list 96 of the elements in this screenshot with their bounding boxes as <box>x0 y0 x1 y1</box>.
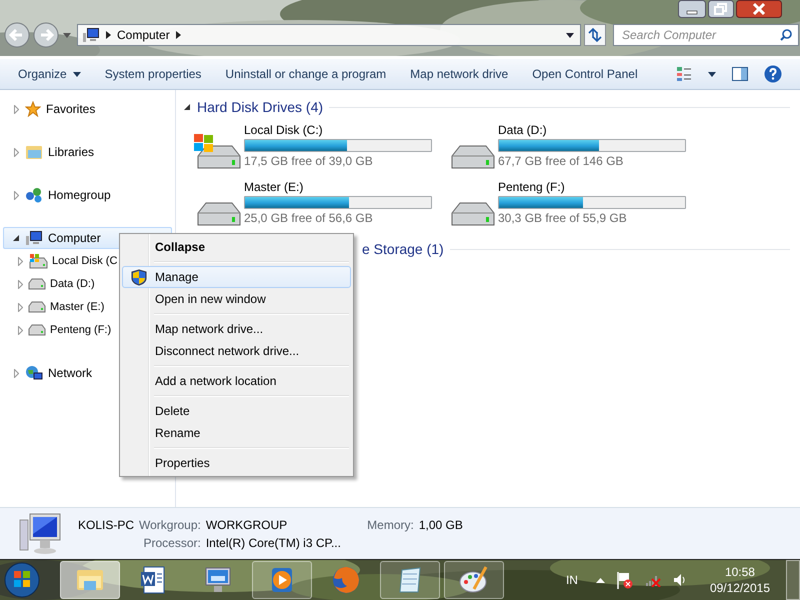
show-desktop-button[interactable] <box>786 560 800 600</box>
collapsed-icon[interactable] <box>14 148 18 156</box>
expanded-icon[interactable] <box>12 234 20 242</box>
signal-icon[interactable] <box>644 573 661 587</box>
field-label: Memory: <box>367 518 414 532</box>
collapsed-icon[interactable] <box>14 104 18 114</box>
refresh-icon[interactable] <box>584 24 606 46</box>
tree-item[interactable]: Libraries <box>3 141 172 163</box>
collapsed-icon[interactable] <box>18 326 22 334</box>
breadcrumb[interactable]: Computer <box>117 28 170 42</box>
menu-item[interactable]: Rename <box>122 422 351 444</box>
taskbar-button[interactable] <box>380 561 440 599</box>
toolbar-button[interactable]: Organize <box>8 63 91 85</box>
maximize-icon[interactable] <box>708 0 734 18</box>
toolbar-button[interactable]: System properties <box>94 63 212 85</box>
tree-item[interactable]: Favorites <box>3 98 172 120</box>
drive-name[interactable]: Penteng (F:) <box>498 180 686 194</box>
menu-item[interactable]: Map network drive... <box>122 318 351 340</box>
language-indicator[interactable]: IN <box>566 573 578 587</box>
collapsed-icon[interactable] <box>14 190 18 200</box>
collapsed-icon[interactable] <box>18 302 22 312</box>
collapsed-icon[interactable] <box>18 256 22 266</box>
up-arrow-icon[interactable] <box>596 578 605 582</box>
menu-item[interactable]: Open in new window <box>122 288 351 310</box>
menu-item[interactable]: Delete <box>122 400 351 422</box>
speaker-icon[interactable] <box>672 573 686 587</box>
toolbar-button[interactable]: Open Control Panel <box>522 63 648 85</box>
people-icon <box>25 187 43 203</box>
tree-label: Homegroup <box>48 188 111 202</box>
free-space: 17,5 GB free of 39,0 GB <box>244 154 374 168</box>
back-icon[interactable] <box>4 22 30 48</box>
menu-item[interactable]: Properties <box>122 452 351 474</box>
view-icon[interactable] <box>676 66 692 82</box>
collapsed-icon[interactable] <box>18 280 22 288</box>
close-icon[interactable] <box>736 0 782 18</box>
caret-icon[interactable] <box>708 72 716 76</box>
search-field[interactable]: Search Computer <box>613 24 799 46</box>
free-space: 25,0 GB free of 56,6 GB <box>244 211 374 225</box>
group-heading[interactable]: Hard Disk Drives (4) <box>197 99 324 115</box>
menu-item[interactable]: Disconnect network drive... <box>122 340 351 362</box>
tree-label: Local Disk (C <box>52 255 118 267</box>
flag-icon[interactable] <box>616 572 633 588</box>
field-value: Intel(R) Core(TM) i3 CP... <box>206 536 342 550</box>
group-heading[interactable]: e Storage (1) <box>362 241 444 257</box>
field-value: WORKGROUP <box>206 518 288 532</box>
star-icon <box>25 101 41 117</box>
clock-date[interactable]: 09/12/2015 <box>710 581 770 595</box>
drive-name[interactable]: Data (D:) <box>498 123 686 137</box>
drive-icon[interactable] <box>192 132 242 170</box>
caret-icon[interactable] <box>566 32 574 38</box>
free-space: 67,7 GB free of 146 GB <box>498 154 624 168</box>
address-bar[interactable]: Computer <box>77 24 581 46</box>
forward-icon[interactable] <box>33 22 59 48</box>
computer-icon <box>82 27 100 43</box>
field-label: Processor: <box>142 536 201 550</box>
tree-label: Network <box>48 366 92 380</box>
clock-time[interactable]: 10:58 <box>724 565 755 579</box>
computer-icon <box>25 230 43 246</box>
shield-icon <box>131 268 147 286</box>
field-value: 1,00 GB <box>418 518 463 532</box>
free-space: 30,3 GB free of 55,9 GB <box>498 211 628 225</box>
globe-icon <box>330 564 362 596</box>
help-icon[interactable] <box>764 65 782 83</box>
chevron-icon <box>106 31 111 39</box>
preview-pane-icon[interactable] <box>732 67 748 81</box>
toolbar-button[interactable]: Map network drive <box>400 63 518 85</box>
tree-label: Computer <box>48 231 101 245</box>
tree-label: Data (D:) <box>50 278 95 290</box>
menu-item[interactable]: Manage <box>122 266 351 288</box>
drive-icon <box>28 324 46 336</box>
computer-name: KOLIS-PC <box>78 518 134 532</box>
tree-item[interactable]: Homegroup <box>3 184 172 206</box>
tree-label: Penteng (F:) <box>50 324 112 336</box>
folder-icon <box>25 144 43 160</box>
search-input[interactable]: Search Computer <box>618 28 780 42</box>
tree-label: Master (E:) <box>50 301 104 313</box>
menu-item[interactable]: Add a network location <box>122 370 351 392</box>
expanded-icon[interactable] <box>184 104 191 110</box>
drive-icon <box>28 301 46 313</box>
minimize-icon[interactable] <box>678 0 706 18</box>
taskbar-button[interactable] <box>444 561 504 599</box>
start-button-icon[interactable] <box>4 562 40 598</box>
drive-icon <box>28 278 46 290</box>
field-label: Workgroup: <box>139 518 201 532</box>
toolbar-button[interactable]: Uninstall or change a program <box>215 63 396 85</box>
tree-label: Favorites <box>46 102 96 116</box>
globe-icon <box>25 365 43 381</box>
drive-name[interactable]: Local Disk (C:) <box>244 123 432 137</box>
tree-label: Libraries <box>48 145 94 159</box>
search-icon[interactable] <box>780 29 792 41</box>
caret-icon <box>72 72 81 76</box>
computer-icon <box>18 512 62 556</box>
drive-icon <box>28 253 48 269</box>
collapsed-icon[interactable] <box>14 368 18 378</box>
drive-name[interactable]: Master (E:) <box>244 180 432 194</box>
chevron-icon[interactable] <box>176 31 181 39</box>
